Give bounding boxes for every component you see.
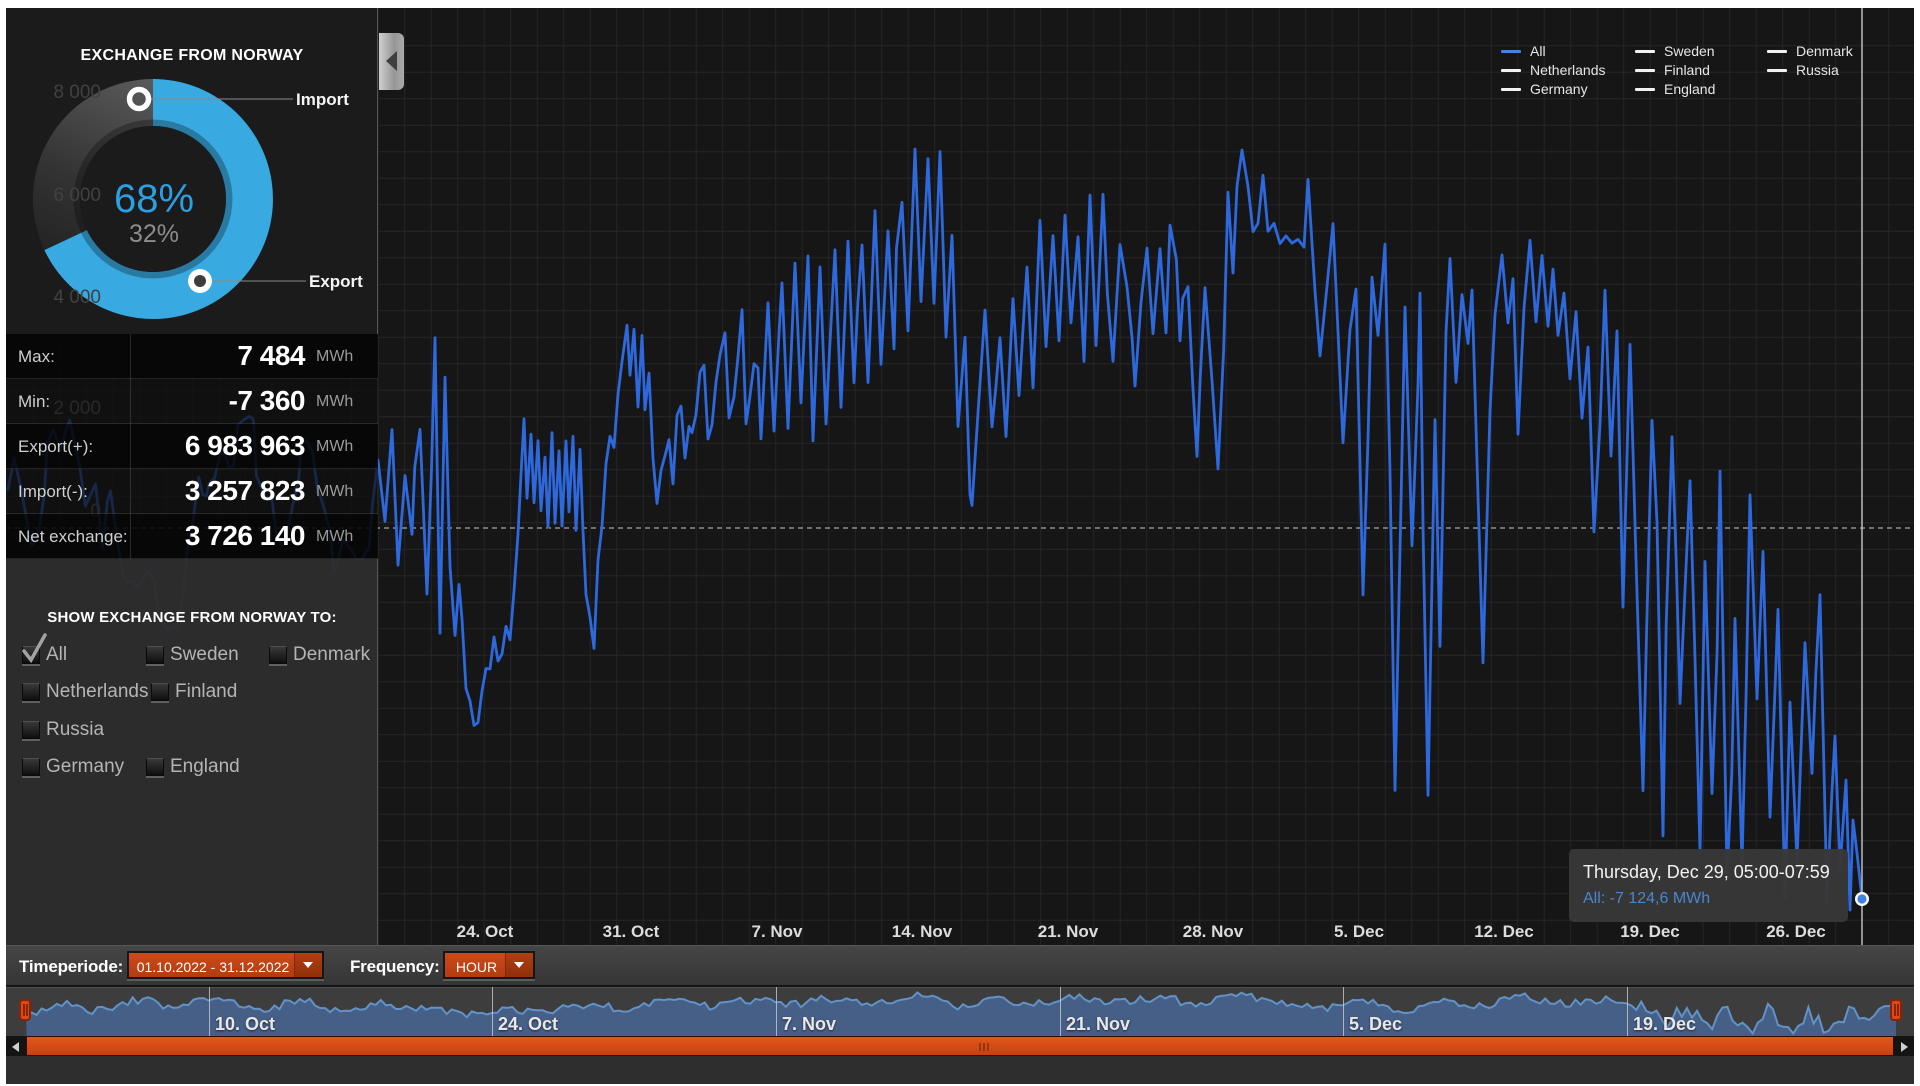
svg-text:32%: 32% xyxy=(129,220,179,248)
svg-text:68%: 68% xyxy=(114,177,194,221)
svg-text:Import: Import xyxy=(296,90,349,109)
svg-text:Export: Export xyxy=(309,272,363,291)
